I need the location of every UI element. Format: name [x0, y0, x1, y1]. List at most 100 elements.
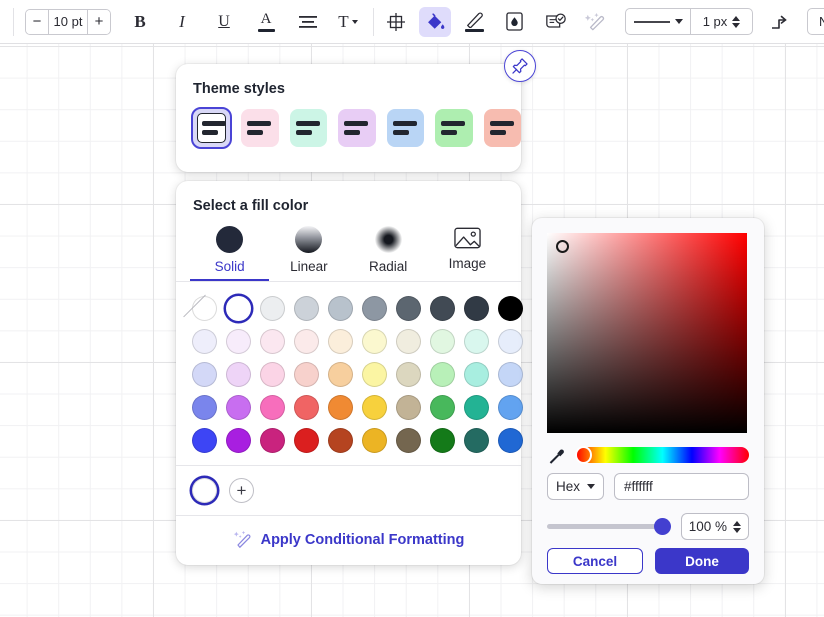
opacity-slider[interactable] [547, 518, 671, 535]
color-swatch-3-5[interactable] [362, 395, 387, 420]
color-swatch-1-3[interactable] [294, 329, 319, 354]
magic-format-button[interactable] [581, 7, 611, 37]
color-swatch-1-8[interactable] [464, 329, 489, 354]
color-swatch-1-9[interactable] [498, 329, 523, 354]
color-swatch-3-6[interactable] [396, 395, 421, 420]
color-swatch-0-6[interactable] [396, 296, 421, 321]
color-swatch-4-7[interactable] [430, 428, 455, 453]
color-swatch-2-8[interactable] [464, 362, 489, 387]
align-button[interactable] [293, 7, 323, 37]
theme-style-salmon[interactable] [483, 109, 521, 147]
color-swatch-3-3[interactable] [294, 395, 319, 420]
text-color-button[interactable]: A [251, 7, 281, 37]
arrow-start-cell[interactable]: None [808, 9, 824, 34]
color-swatch-1-4[interactable] [328, 329, 353, 354]
color-swatch-1-1[interactable] [226, 329, 251, 354]
color-swatch-0-7[interactable] [430, 296, 455, 321]
color-swatch-3-4[interactable] [328, 395, 353, 420]
add-color-button[interactable]: + [229, 478, 254, 503]
fill-color-button[interactable] [419, 6, 451, 37]
line-style-cell[interactable] [626, 9, 690, 34]
color-swatch-4-9[interactable] [498, 428, 523, 453]
color-swatch-0-0[interactable] [192, 296, 217, 321]
color-swatch-0-9[interactable] [498, 296, 523, 321]
underline-button[interactable]: U [209, 7, 239, 37]
color-swatch-2-0[interactable] [192, 362, 217, 387]
color-swatch-1-5[interactable] [362, 329, 387, 354]
color-swatch-4-3[interactable] [294, 428, 319, 453]
color-swatch-3-0[interactable] [192, 395, 217, 420]
opacity-slider-thumb[interactable] [653, 518, 671, 535]
color-swatch-2-7[interactable] [430, 362, 455, 387]
color-swatch-3-7[interactable] [430, 395, 455, 420]
pen-color-button[interactable] [459, 7, 489, 37]
color-swatch-0-5[interactable] [362, 296, 387, 321]
color-swatch-3-8[interactable] [464, 395, 489, 420]
arrow-ends-combo[interactable]: None [807, 8, 824, 35]
font-size-decrease-button[interactable]: − [26, 9, 48, 34]
done-button[interactable]: Done [655, 548, 749, 574]
color-swatch-4-8[interactable] [464, 428, 489, 453]
color-swatch-0-4[interactable] [328, 296, 353, 321]
connector-style-button[interactable] [765, 7, 795, 37]
color-swatch-2-2[interactable] [260, 362, 285, 387]
color-swatch-2-3[interactable] [294, 362, 319, 387]
color-swatch-2-6[interactable] [396, 362, 421, 387]
color-swatch-1-0[interactable] [192, 329, 217, 354]
color-swatch-3-9[interactable] [498, 395, 523, 420]
color-swatch-4-0[interactable] [192, 428, 217, 453]
theme-style-green[interactable] [435, 109, 473, 147]
hue-slider[interactable] [575, 446, 749, 464]
theme-style-lavender[interactable] [338, 109, 376, 147]
color-swatch-4-2[interactable] [260, 428, 285, 453]
note-button[interactable] [541, 7, 571, 37]
theme-style-blue[interactable] [386, 109, 425, 147]
color-swatch-4-1[interactable] [226, 428, 251, 453]
font-size-value[interactable]: 10 pt [48, 9, 88, 34]
color-format-select[interactable]: Hex [547, 473, 605, 500]
color-swatch-4-5[interactable] [362, 428, 387, 453]
opacity-spinner[interactable] [733, 520, 741, 533]
color-swatch-3-1[interactable] [226, 395, 251, 420]
line-style-combo[interactable]: 1 px [625, 8, 753, 35]
color-swatch-2-1[interactable] [226, 362, 251, 387]
hex-input[interactable]: #ffffff [614, 473, 749, 500]
fill-tab-solid[interactable]: Solid [190, 226, 270, 281]
theme-style-mint[interactable] [289, 109, 328, 147]
text-style-button[interactable]: T [333, 7, 363, 37]
apply-conditional-formatting-button[interactable]: Apply Conditional Formatting [176, 516, 521, 564]
theme-style-default[interactable] [190, 107, 233, 149]
fill-tab-image[interactable]: Image [428, 226, 507, 281]
opacity-button[interactable] [499, 7, 529, 37]
color-swatch-2-5[interactable] [362, 362, 387, 387]
pin-panel-button[interactable] [504, 50, 536, 82]
color-swatch-4-6[interactable] [396, 428, 421, 453]
font-size-stepper[interactable]: − 10 pt + [25, 8, 111, 35]
bold-button[interactable]: B [125, 7, 155, 37]
line-width-cell[interactable]: 1 px [690, 9, 752, 34]
opacity-stepper[interactable]: 100 % [680, 513, 749, 540]
color-swatch-0-2[interactable] [260, 296, 285, 321]
font-size-increase-button[interactable]: + [88, 9, 110, 34]
cancel-button[interactable]: Cancel [547, 548, 643, 574]
italic-button[interactable]: I [167, 7, 197, 37]
color-swatch-4-4[interactable] [328, 428, 353, 453]
sv-cursor-handle[interactable] [556, 240, 569, 253]
fill-tab-linear[interactable]: Linear [269, 226, 348, 281]
color-swatch-0-8[interactable] [464, 296, 489, 321]
color-swatch-2-4[interactable] [328, 362, 353, 387]
theme-style-pink[interactable] [241, 109, 279, 147]
hue-slider-thumb[interactable] [575, 446, 592, 464]
color-swatch-0-1[interactable] [226, 296, 251, 321]
custom-color-swatch[interactable] [192, 478, 217, 503]
saturation-value-square[interactable] [547, 233, 747, 433]
eyedropper-icon[interactable] [547, 445, 567, 465]
color-swatch-0-3[interactable] [294, 296, 319, 321]
color-swatch-3-2[interactable] [260, 395, 285, 420]
color-swatch-1-6[interactable] [396, 329, 421, 354]
fill-tab-radial[interactable]: Radial [349, 226, 428, 281]
position-button[interactable] [381, 7, 411, 37]
line-width-spinner[interactable] [732, 15, 741, 28]
color-swatch-2-9[interactable] [498, 362, 523, 387]
color-swatch-1-7[interactable] [430, 329, 455, 354]
